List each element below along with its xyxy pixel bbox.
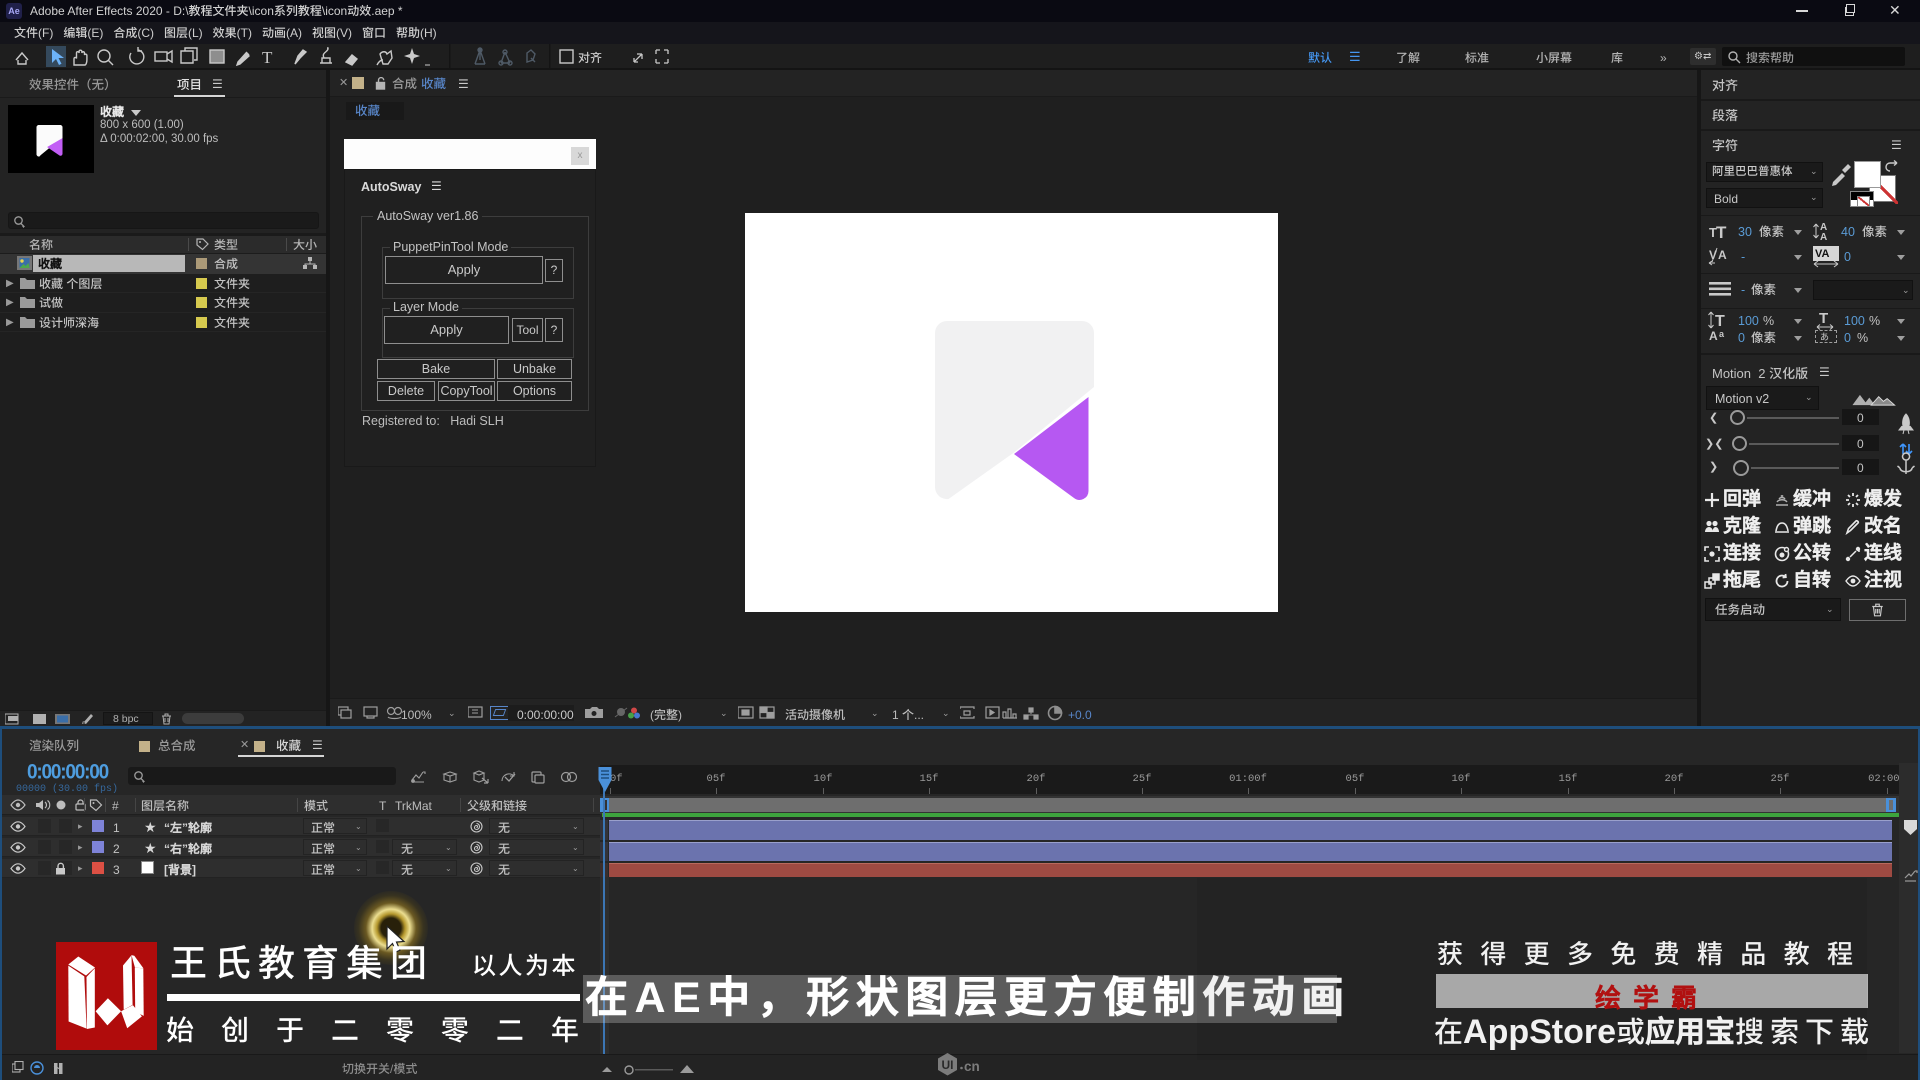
- svg-text:T: T: [262, 48, 273, 67]
- svg-text:A: A: [1718, 248, 1727, 262]
- svg-text:A: A: [1709, 329, 1718, 343]
- svg-text:a: a: [1719, 329, 1725, 339]
- svg-text:cn: cn: [964, 1059, 980, 1074]
- svg-text:A: A: [1820, 232, 1827, 242]
- svg-text:T: T: [1819, 310, 1828, 327]
- svg-text:UI: UI: [942, 1058, 954, 1072]
- svg-text:T: T: [1716, 223, 1727, 240]
